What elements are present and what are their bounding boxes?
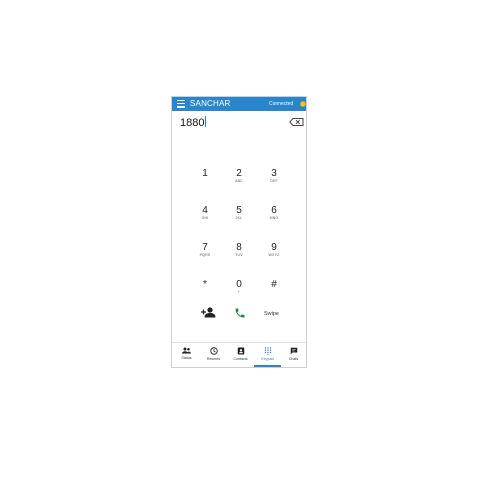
phone-screen: SANCHAR Connected 1880 1 2 ABC 3 DEF 4 GHI … (171, 96, 307, 368)
key-6[interactable]: 6 MNO (259, 205, 289, 231)
key-letters: PQRS (199, 253, 211, 257)
tab-status[interactable]: Status (173, 343, 200, 368)
key-letters: MNO (269, 216, 279, 220)
key-hash[interactable]: # (259, 279, 289, 305)
dialpad-icon (264, 347, 271, 355)
tab-label: Status (181, 356, 192, 360)
swipe-button[interactable]: Swipe (264, 311, 279, 317)
backspace-icon[interactable] (289, 118, 304, 126)
key-digit: 1 (202, 168, 208, 179)
tab-label: Contacts (233, 357, 248, 361)
text-cursor (205, 116, 207, 127)
key-letters: GHI (201, 216, 209, 220)
key-digit: 8 (236, 242, 242, 253)
status-indicator-icon (300, 101, 306, 107)
phone-call-icon[interactable] (234, 307, 246, 319)
tab-recents[interactable]: Recents (200, 343, 227, 368)
key-digit: 7 (202, 242, 208, 253)
connection-status: Connected (269, 101, 294, 107)
dialed-number: 1880 (180, 117, 205, 129)
key-3[interactable]: 3 DEF (259, 168, 289, 194)
key-4[interactable]: 4 GHI (190, 205, 220, 231)
contacts-book-icon (237, 347, 244, 355)
add-contact-icon[interactable] (200, 307, 216, 318)
key-digit: # (271, 279, 277, 290)
key-digit: 6 (271, 205, 277, 216)
key-digit: 2 (236, 168, 242, 179)
key-digit: 9 (271, 242, 277, 253)
active-tab-indicator (254, 365, 281, 367)
app-title: SANCHAR (190, 99, 231, 108)
key-9[interactable]: 9 WXYZ (259, 242, 289, 268)
key-letters: ABC (235, 179, 243, 183)
chat-icon (290, 347, 297, 355)
key-letters: JKL (235, 216, 243, 220)
key-digit: 5 (236, 205, 242, 216)
key-letters: TUV (235, 253, 243, 257)
key-letters: + (237, 290, 241, 294)
bottom-navigation: Status Recents Contacts Keypad Chats (172, 342, 306, 367)
key-letters: DEF (270, 179, 278, 183)
key-2[interactable]: 2 ABC (224, 168, 254, 194)
app-bar: SANCHAR Connected (172, 97, 306, 111)
clock-icon (209, 347, 218, 355)
dialed-number-field[interactable]: 1880 (180, 116, 207, 129)
tab-label: Keypad (261, 357, 274, 361)
key-7[interactable]: 7 PQRS (190, 242, 220, 268)
tab-label: Chats (288, 357, 299, 361)
hamburger-menu-icon[interactable] (177, 100, 185, 108)
key-digit: 0 (236, 279, 242, 290)
key-5[interactable]: 5 JKL (224, 205, 254, 231)
key-1[interactable]: 1 (190, 168, 220, 194)
people-icon (182, 347, 191, 354)
key-8[interactable]: 8 TUV (224, 242, 254, 268)
tab-label: Recents (206, 357, 221, 361)
key-star[interactable]: * (190, 279, 220, 305)
key-digit: 4 (202, 205, 208, 216)
key-digit: 3 (271, 168, 277, 179)
key-letters: WXYZ (268, 253, 280, 257)
key-digit: * (203, 279, 207, 290)
tab-contacts[interactable]: Contacts (227, 343, 254, 368)
key-0[interactable]: 0 + (224, 279, 254, 305)
tab-chats[interactable]: Chats (280, 343, 307, 368)
